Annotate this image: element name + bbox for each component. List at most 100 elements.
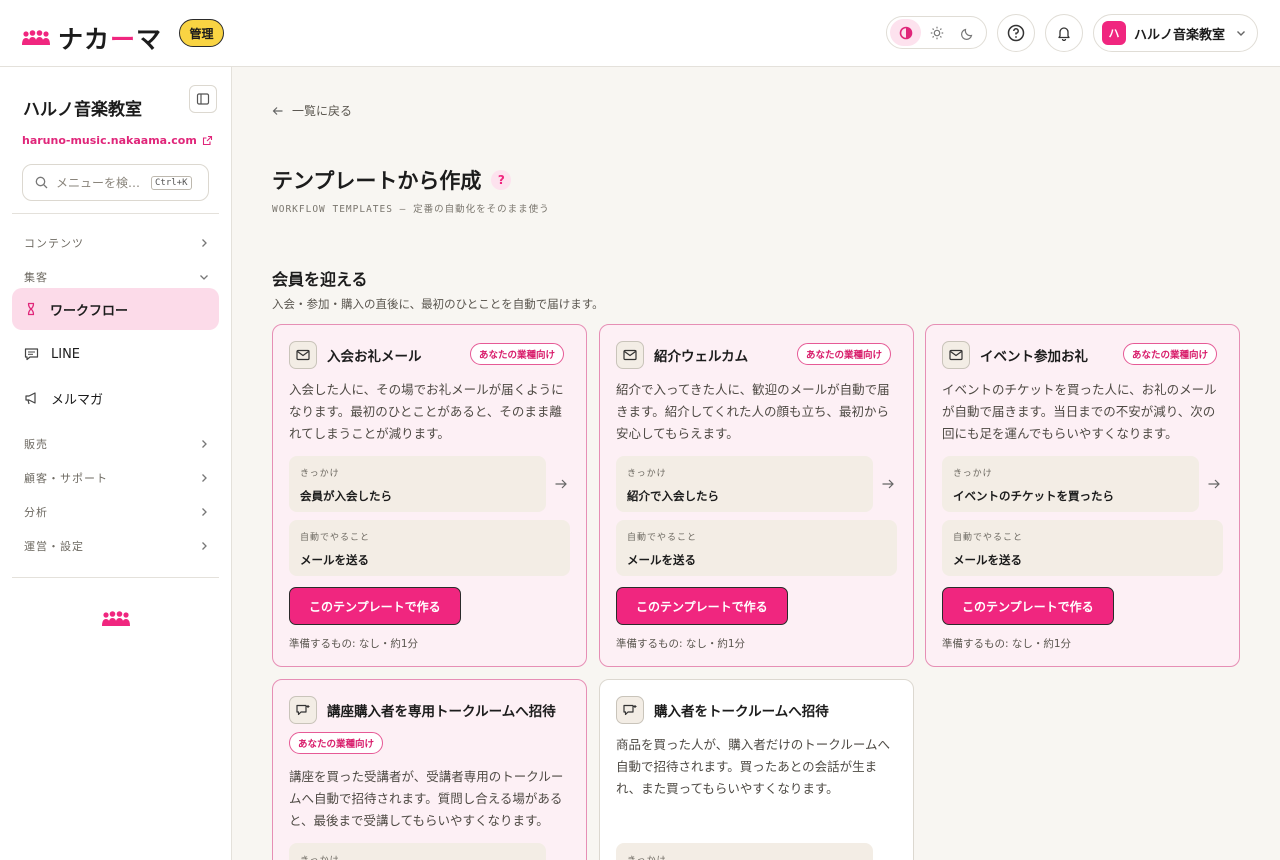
- chat-plus-icon: [616, 696, 644, 724]
- admin-badge: 管理: [179, 19, 224, 47]
- sidebar-section-sales[interactable]: 販売: [24, 436, 209, 452]
- card-title: イベント参加お礼: [980, 349, 1088, 365]
- hourglass-icon: [24, 302, 38, 316]
- action-label: 自動でやること: [953, 533, 1024, 543]
- search-icon: [35, 176, 48, 189]
- sidebar-item-mailmag[interactable]: メルマガ: [12, 377, 219, 419]
- search-input[interactable]: [56, 175, 148, 190]
- use-template-button[interactable]: このテンプレートで作る: [942, 587, 1114, 625]
- prep-note: 準備するもの: なし・約1分: [616, 638, 746, 650]
- megaphone-icon: [24, 391, 39, 405]
- chat-icon: [24, 347, 39, 361]
- page-title-text: テンプレートから作成: [272, 169, 482, 193]
- back-label: 一覧に戻る: [292, 104, 353, 118]
- action-value: メールを送る: [300, 553, 369, 567]
- sidebar-item-workflow[interactable]: ワークフロー: [12, 288, 219, 330]
- card-description: 商品を買った人が、購入者だけのトークルームへ自動で招待されます。買ったあとの会話…: [616, 737, 891, 796]
- account-name: ハルノ音楽教室: [1134, 27, 1226, 43]
- chevron-right-icon: [199, 541, 209, 551]
- page-title: テンプレートから作成 ?: [272, 165, 512, 195]
- main-content: 一覧に戻る テンプレートから作成 ? WORKFLOW TEMPLATES — …: [232, 67, 1280, 860]
- theme-dark-button[interactable]: [952, 19, 983, 46]
- theme-toggle: [886, 16, 987, 49]
- template-card: イベント参加お礼 あなたの業種向け イベントのチケットを買った人に、お礼のメール…: [925, 324, 1240, 667]
- template-card: 購入者をトークルームへ招待 商品を買った人が、購入者だけのトークルームへ自動で招…: [599, 679, 914, 860]
- sidebar-section-analytics[interactable]: 分析: [24, 504, 209, 520]
- sidebar: ハルノ音楽教室 haruno-music.nakaama.com Ctrl+K …: [0, 67, 232, 860]
- arrow-right-icon: [1207, 477, 1221, 491]
- help-icon[interactable]: ?: [491, 170, 512, 190]
- sidebar-section-contents[interactable]: コンテンツ: [24, 235, 209, 251]
- use-template-button[interactable]: このテンプレートで作る: [616, 587, 788, 625]
- question-circle-icon: [1007, 24, 1025, 42]
- crowd-logo-icon: [102, 610, 130, 628]
- trigger-label: きっかけ: [300, 853, 535, 860]
- use-template-button[interactable]: このテンプレートで作る: [289, 587, 461, 625]
- trigger-label: きっかけ: [627, 469, 667, 479]
- action-label: 自動でやること: [627, 533, 698, 543]
- section-label: コンテンツ: [24, 237, 84, 250]
- chat-plus-icon: [289, 696, 317, 724]
- card-description: 入会した人に、その場でお礼メールが届くようになります。最初のひとことがあると、そ…: [289, 382, 564, 441]
- card-title: 講座購入者を専用トークルームへ招待: [327, 704, 556, 720]
- trigger-step: きっかけ イベントのチケットを買ったら: [942, 456, 1199, 512]
- mail-icon: [289, 341, 317, 369]
- industry-badge: あなたの業種向け: [289, 732, 384, 754]
- trigger-step: きっかけ 紹介で入会したら: [616, 456, 873, 512]
- template-card: 紹介ウェルカム あなたの業種向け 紹介で入ってきた人に、歓迎のメールが自動で届き…: [599, 324, 914, 667]
- action-value: メールを送る: [953, 553, 1022, 567]
- arrow-left-icon: [272, 105, 284, 117]
- action-step: 自動でやること メールを送る: [289, 520, 570, 576]
- action-step: 自動でやること メールを送る: [942, 520, 1223, 576]
- action-label: 自動でやること: [300, 533, 371, 543]
- site-url-link[interactable]: haruno-music.nakaama.com: [22, 134, 213, 147]
- industry-badge: あなたの業種向け: [1123, 343, 1218, 365]
- trigger-label: きっかけ: [953, 469, 993, 479]
- menu-search: Ctrl+K: [22, 164, 209, 201]
- chevron-down-icon: [1235, 27, 1247, 39]
- arrow-right-icon: [881, 477, 895, 491]
- crowd-logo-icon: [22, 29, 50, 47]
- chevron-right-icon: [199, 507, 209, 517]
- app-logo[interactable]: ナカーマ: [22, 20, 162, 56]
- section-description: 入会・参加・購入の直後に、最初のひとことを自動で届けます。: [272, 297, 604, 311]
- panel-left-icon: [196, 92, 210, 106]
- account-menu[interactable]: ハ ハルノ音楽教室: [1093, 14, 1258, 52]
- section-label: 顧客・サポート: [24, 472, 108, 485]
- card-description: イベントのチケットを買った人に、お礼のメールが自動で届きます。当日までの不安が減…: [942, 382, 1217, 441]
- page-subtitle: WORKFLOW TEMPLATES — 定番の自動化をそのまま使う: [272, 204, 550, 215]
- theme-contrast-button[interactable]: [890, 19, 921, 46]
- sidebar-section-operations[interactable]: 運営・設定: [24, 538, 209, 554]
- sidebar-section-acquisition[interactable]: 集客: [24, 269, 209, 285]
- prep-note: 準備するもの: なし・約1分: [942, 638, 1072, 650]
- top-header: ナカーマ 管理 ハ ハルノ音楽教室: [0, 0, 1280, 67]
- card-description: 紹介で入ってきた人に、歓迎のメールが自動で届きます。紹介してくれた人の顔も立ち、…: [616, 382, 890, 441]
- back-to-list-link[interactable]: 一覧に戻る: [272, 102, 352, 119]
- card-title: 入会お礼メール: [327, 349, 422, 365]
- action-step: 自動でやること メールを送る: [616, 520, 897, 576]
- logo-wordmark: ナカーマ: [58, 25, 163, 54]
- card-title: 購入者をトークルームへ招待: [654, 704, 829, 720]
- arrow-right-icon: [554, 477, 568, 491]
- sidebar-item-label: メルマガ: [51, 392, 104, 408]
- contrast-icon: [899, 26, 913, 40]
- sidebar-title: ハルノ音楽教室: [23, 100, 142, 120]
- sidebar-section-customers[interactable]: 顧客・サポート: [24, 470, 209, 486]
- card-description: 講座を買った受講者が、受講者専用のトークルームへ自動で招待されます。質問し合える…: [289, 769, 564, 828]
- theme-light-button[interactable]: [921, 19, 952, 46]
- sidebar-item-label: ワークフロー: [50, 303, 129, 319]
- notifications-button[interactable]: [1045, 14, 1083, 52]
- shortcut-hint: Ctrl+K: [151, 175, 192, 190]
- sidebar-collapse-button[interactable]: [189, 85, 217, 113]
- section-label: 運営・設定: [24, 540, 84, 553]
- sidebar-divider: [12, 577, 219, 578]
- prep-note: 準備するもの: なし・約1分: [289, 638, 419, 650]
- trigger-value: イベントのチケットを買ったら: [953, 489, 1114, 503]
- action-value: メールを送る: [627, 553, 696, 567]
- card-title: 紹介ウェルカム: [654, 349, 749, 365]
- trigger-label: きっかけ: [300, 469, 340, 479]
- sidebar-item-line[interactable]: LINE: [12, 333, 219, 375]
- chevron-right-icon: [199, 439, 209, 449]
- industry-badge: あなたの業種向け: [797, 343, 892, 365]
- help-button[interactable]: [997, 14, 1035, 52]
